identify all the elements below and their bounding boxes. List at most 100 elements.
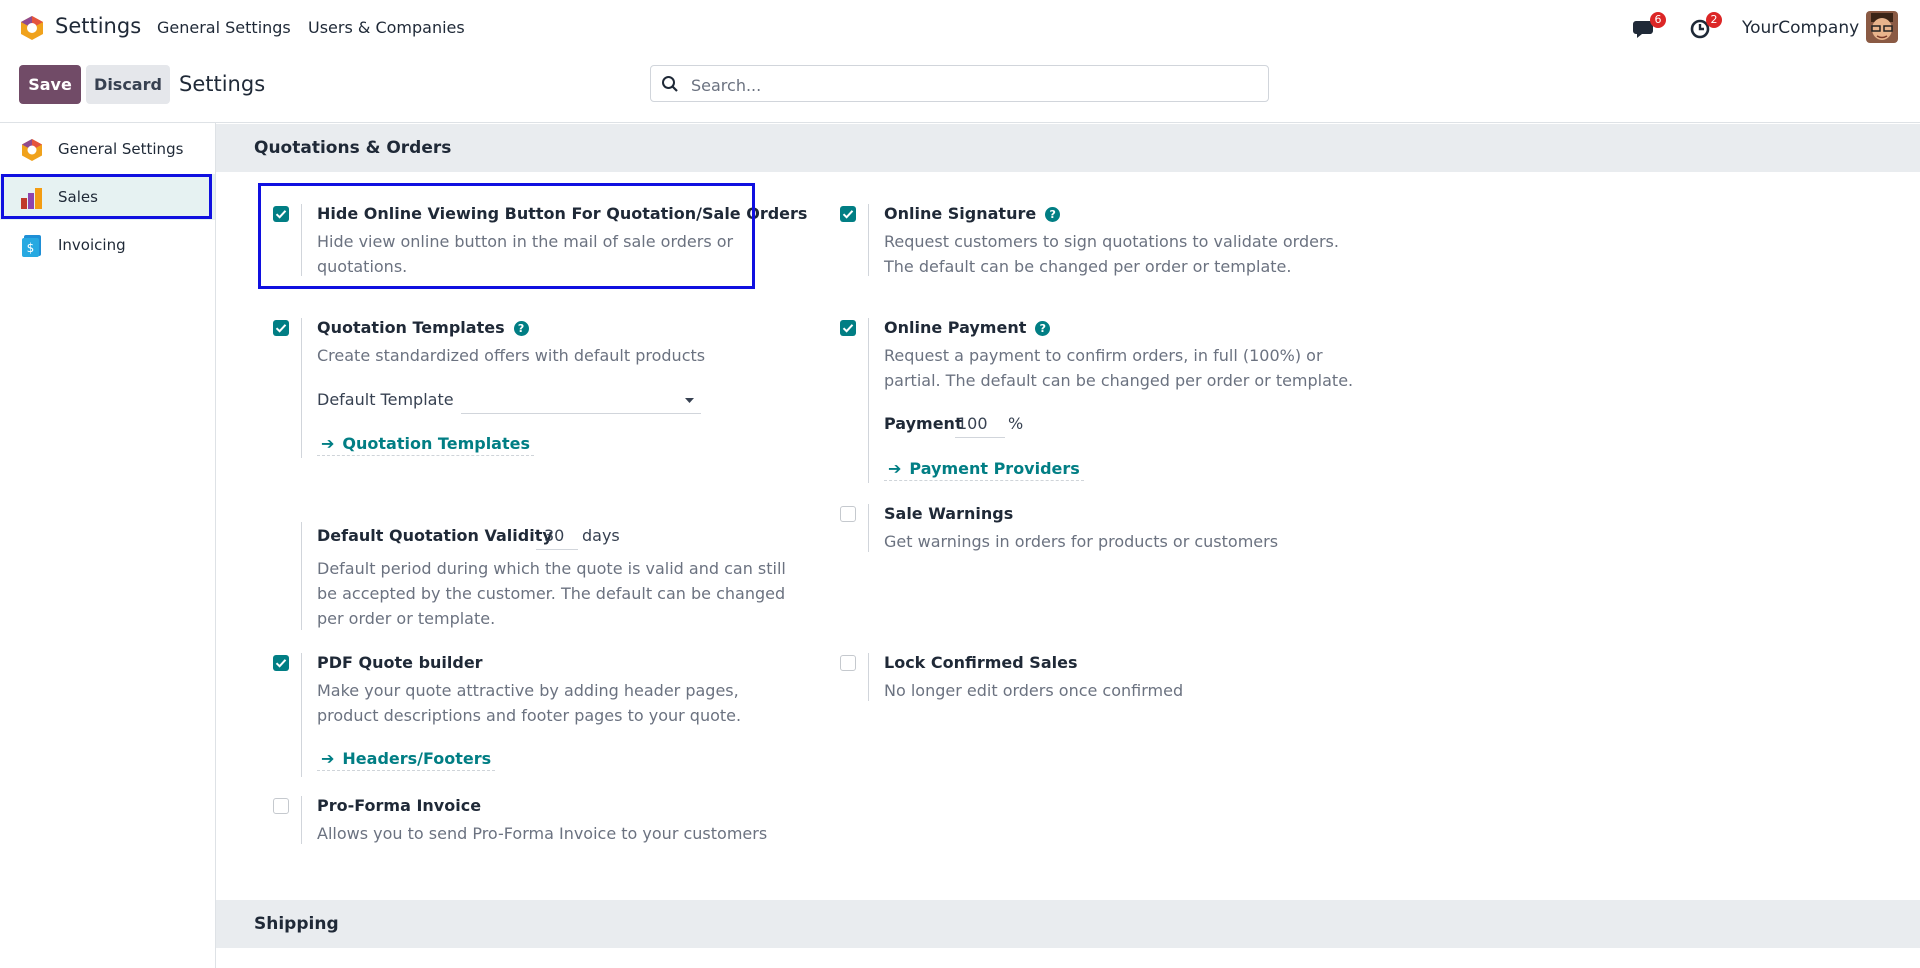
arrow-right-icon: ➔ [321, 749, 335, 768]
checkmark-icon [842, 210, 854, 219]
avatar-image [1866, 11, 1898, 43]
setting-divider [301, 796, 302, 844]
setting-description: Get warnings in orders for products or c… [884, 532, 1279, 551]
setting-proforma-invoice: Pro-Forma Invoice Allows you to send Pro… [273, 796, 793, 844]
activities-badge: 2 [1706, 12, 1722, 28]
sale-warnings-checkbox[interactable] [840, 506, 856, 522]
menu-general-settings[interactable]: General Settings [157, 18, 291, 37]
payment-providers-link[interactable]: ➔ Payment Providers [884, 457, 1084, 481]
setting-description: Allows you to send Pro-Forma Invoice to … [317, 824, 768, 843]
discard-button[interactable]: Discard [86, 65, 170, 104]
validity-days-input[interactable]: 30 [544, 526, 578, 545]
setting-divider [868, 504, 869, 552]
setting-online-signature: Online Signature? Request customers to s… [840, 204, 1380, 276]
payment-percent-input[interactable]: 100 [957, 414, 1007, 433]
online-signature-checkbox[interactable] [840, 206, 856, 222]
setting-title-text: Quotation Templates [317, 318, 505, 337]
headers-footers-link[interactable]: ➔ Headers/Footers [317, 747, 496, 771]
online-payment-checkbox[interactable] [840, 320, 856, 336]
setting-title: Online Payment? [884, 318, 1051, 337]
field-underline [955, 437, 1005, 438]
setting-online-payment: Online Payment? Request a payment to con… [840, 318, 1400, 483]
setting-description: No longer edit orders once confirmed [884, 681, 1184, 700]
messages-badge: 6 [1650, 12, 1666, 28]
checkmark-icon [275, 659, 287, 668]
default-template-select[interactable] [461, 390, 691, 412]
search-icon [662, 76, 678, 92]
help-icon[interactable]: ? [1035, 321, 1051, 336]
setting-description: Request a payment to confirm orders, in … [884, 346, 1354, 390]
payment-label: Payment [884, 414, 963, 433]
save-button[interactable]: Save [19, 65, 81, 104]
proforma-checkbox[interactable] [273, 798, 289, 814]
pdf-builder-checkbox[interactable] [273, 655, 289, 671]
arrow-right-icon: ➔ [321, 434, 335, 453]
selection-highlight [1, 174, 212, 219]
field-underline [461, 413, 701, 414]
days-unit: days [582, 526, 620, 545]
setting-lock-confirmed-sales: Lock Confirmed Sales No longer edit orde… [840, 653, 1380, 701]
menu-users-companies[interactable]: Users & Companies [308, 18, 465, 37]
header-divider [0, 122, 1920, 123]
sidebar-item-general-settings[interactable]: General Settings [0, 126, 215, 172]
top-navbar: Settings General Settings Users & Compan… [0, 0, 1920, 55]
setting-title-text: Online Payment [884, 318, 1027, 337]
link-label: Payment Providers [909, 459, 1080, 478]
odoo-logo-icon[interactable] [19, 15, 45, 41]
activities-button[interactable]: 2 [1688, 12, 1722, 41]
setting-divider [868, 318, 869, 483]
section-title: Shipping [254, 914, 339, 934]
setting-description: Make your quote attractive by adding hea… [317, 681, 742, 725]
checkmark-icon [842, 324, 854, 333]
percent-unit: % [1008, 414, 1024, 433]
setting-description: Request customers to sign quotations to … [884, 232, 1339, 276]
search-input[interactable] [689, 72, 1263, 98]
setting-title: Quotation Templates? [317, 318, 529, 337]
setting-title: PDF Quote builder [317, 653, 483, 672]
arrow-right-icon: ➔ [888, 459, 902, 478]
setting-divider [868, 653, 869, 701]
setting-divider [301, 318, 302, 458]
setting-title: Default Quotation Validity [317, 526, 553, 545]
chevron-down-icon[interactable] [685, 398, 694, 404]
setting-description: Create standardized offers with default … [317, 346, 706, 365]
setting-quotation-validity: Default Quotation Validity 30 days Defau… [273, 522, 786, 630]
help-icon[interactable]: ? [1045, 207, 1061, 222]
sidebar-item-label: General Settings [58, 140, 184, 158]
link-label: Headers/Footers [342, 749, 492, 768]
settings-sidebar: General Settings Sales $ Invoicing [0, 123, 216, 968]
setting-title-text: Online Signature [884, 204, 1037, 223]
setting-divider [301, 653, 302, 777]
setting-divider [868, 204, 869, 276]
field-underline [536, 549, 578, 550]
user-avatar[interactable] [1866, 11, 1898, 43]
app-title[interactable]: Settings [55, 14, 141, 38]
breadcrumb: Settings [179, 72, 266, 96]
setting-title: Online Signature? [884, 204, 1061, 223]
link-label: Quotation Templates [342, 434, 530, 453]
sidebar-item-label: Invoicing [58, 236, 126, 254]
svg-text:$: $ [27, 241, 35, 255]
search-box[interactable] [650, 65, 1269, 102]
section-quotations-orders: Quotations & Orders [216, 124, 1920, 172]
section-title: Quotations & Orders [254, 138, 452, 158]
odoo-logo-icon [22, 139, 42, 161]
setting-sale-warnings: Sale Warnings Get warnings in orders for… [840, 504, 1380, 552]
setting-pdf-quote-builder: PDF Quote builder Make your quote attrac… [273, 653, 753, 777]
setting-divider [301, 522, 302, 630]
messages-button[interactable]: 6 [1632, 12, 1666, 41]
section-shipping: Shipping [216, 900, 1920, 948]
setting-title: Pro-Forma Invoice [317, 796, 482, 815]
lock-confirmed-checkbox[interactable] [840, 655, 856, 671]
selection-highlight [258, 183, 755, 289]
company-switcher[interactable]: YourCompany [1742, 18, 1859, 38]
default-template-label: Default Template [317, 390, 454, 409]
setting-description: Default period during which the quote is… [317, 559, 786, 628]
sidebar-item-invoicing[interactable]: $ Invoicing [0, 222, 215, 268]
invoicing-app-icon: $ [22, 235, 41, 257]
quotation-templates-checkbox[interactable] [273, 320, 289, 336]
setting-quotation-templates: Quotation Templates? Create standardized… [273, 318, 753, 458]
quotation-templates-link[interactable]: ➔ Quotation Templates [317, 432, 534, 456]
help-icon[interactable]: ? [513, 321, 529, 336]
checkmark-icon [275, 324, 287, 333]
